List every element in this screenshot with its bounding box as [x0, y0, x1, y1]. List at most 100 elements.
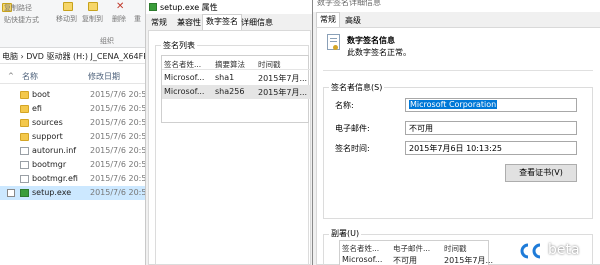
- cnbeta-logo-icon: [520, 243, 541, 259]
- signature-row[interactable]: Microsof... sha256 2015年7月...: [162, 85, 310, 99]
- column-date-modified[interactable]: 修改日期: [88, 71, 120, 82]
- signature-list-header: 签名者姓... 摘要算法 时间戳: [162, 56, 310, 70]
- watermark: beta: [518, 240, 598, 262]
- file-date: 2015/7/6 20:53: [90, 118, 146, 127]
- col-digest-algorithm[interactable]: 摘要算法: [215, 59, 245, 70]
- file-date: 2015/7/6 20:53: [90, 90, 146, 99]
- signer-name: Microsof...: [164, 73, 205, 82]
- file-explorer-window: 复制路径 贴快捷方式 ✕ 移动到 复制到 删除 重 组织 电脑 › DVD 驱动…: [0, 0, 146, 265]
- properties-titlebar: setup.exe 属性: [146, 0, 312, 14]
- digest-algorithm: sha256: [215, 87, 245, 96]
- digital-signatures-panel: 签名列表 签名者姓... 摘要算法 时间戳 Microsof... sha1 2…: [148, 30, 311, 265]
- copy-to-button[interactable]: 复制到: [82, 14, 103, 24]
- file-row[interactable]: support 2015/7/6 20:53: [0, 130, 146, 144]
- file-name: setup.exe: [32, 188, 72, 197]
- timestamp: 2015年7月...: [258, 74, 308, 83]
- file-row[interactable]: sources 2015/7/6 20:53: [0, 116, 146, 130]
- paste-shortcut-button[interactable]: 贴快捷方式: [4, 15, 39, 25]
- details-titlebar: 数字签名详细信息: [313, 0, 600, 12]
- tab-general[interactable]: 常规: [316, 12, 340, 27]
- file-date: 2015/7/6 20:53: [90, 146, 146, 155]
- divider: [323, 70, 593, 71]
- folder-icon: [20, 91, 29, 99]
- signing-time-label: 签名时间:: [335, 144, 370, 153]
- col-timestamp[interactable]: 时间戳: [258, 59, 281, 70]
- file-row[interactable]: setup.exe 2015/7/6 20:53: [0, 186, 146, 200]
- email-field[interactable]: 不可用: [405, 121, 577, 135]
- file-row[interactable]: efi 2015/7/6 20:53: [0, 102, 146, 116]
- column-header: ^ 名称 修改日期: [0, 66, 146, 84]
- watermark-text: beta: [548, 242, 580, 258]
- file-list: boot 2015/7/6 20:53 efi 2015/7/6 20:53 sourc…: [0, 88, 146, 200]
- digest-algorithm: sha1: [215, 73, 235, 82]
- general-panel: 数字签名信息 此数字签名正常。 签名者信息(S) 名称: Microsoft C…: [316, 27, 600, 265]
- setup-exe-icon: [149, 3, 157, 11]
- signature-list-label: 签名列表: [161, 40, 197, 51]
- file-row[interactable]: boot 2015/7/6 20:53: [0, 88, 146, 102]
- certificate-icon: [327, 34, 340, 50]
- ribbon-group-organize: 组织: [100, 37, 114, 45]
- delete-button[interactable]: 删除: [112, 14, 126, 24]
- col-signer-name[interactable]: 签名者姓...: [342, 243, 379, 254]
- delete-icon: ✕: [116, 1, 125, 12]
- sort-up-icon: ^: [8, 72, 14, 80]
- address-bar[interactable]: 电脑 › DVD 驱动器 (H:) J_CENA_X64FREV_: [0, 48, 146, 64]
- file-row[interactable]: bootmgr.efi 2015/7/6 20:53: [0, 172, 146, 186]
- file-row[interactable]: autorun.inf 2015/7/6 20:53: [0, 144, 146, 158]
- file-date: 2015/7/6 20:53: [90, 160, 146, 169]
- file-icon: [20, 147, 29, 155]
- copy-to-icon: [88, 2, 98, 11]
- signature-details-dialog: 数字签名详细信息 常规 高级 数字签名信息 此数字签名正常。 签名者信息(S) …: [312, 0, 600, 265]
- signer-info-label: 签名者信息(S): [329, 82, 385, 93]
- name-field[interactable]: Microsoft Corporation: [405, 98, 577, 112]
- file-date: 2015/7/6 20:53: [90, 174, 146, 183]
- cs-email: 不可用: [393, 256, 417, 265]
- email-label: 电子邮件:: [335, 124, 370, 133]
- countersignatures-label: 副署(U): [329, 228, 362, 239]
- tab-advanced[interactable]: 高级: [342, 14, 364, 28]
- file-date: 2015/7/6 20:53: [90, 132, 146, 141]
- file-date: 2015/7/6 20:53: [90, 188, 146, 197]
- file-date: 2015/7/6 20:53: [90, 104, 146, 113]
- signature-list[interactable]: 签名者姓... 摘要算法 时间戳 Microsof... sha1 2015年7…: [161, 55, 310, 123]
- properties-title: setup.exe 属性: [160, 3, 218, 12]
- file-icon: [20, 175, 29, 183]
- tab-digital-signatures[interactable]: 数字签名: [202, 14, 242, 30]
- info-status: 此数字签名正常。: [347, 48, 411, 57]
- tab-details[interactable]: 详细信息: [238, 16, 276, 30]
- cs-timestamp: 2015年7月...: [444, 256, 494, 265]
- tab-general[interactable]: 常规: [148, 16, 170, 30]
- properties-tabs: 常规 兼容性 数字签名 详细信息: [146, 14, 312, 30]
- file-name: bootmgr: [32, 160, 67, 169]
- view-certificate-button[interactable]: 查看证书(V): [505, 164, 577, 182]
- timestamp: 2015年7月...: [258, 88, 308, 97]
- name-value: Microsoft Corporation: [409, 100, 498, 109]
- info-title: 数字签名信息: [347, 36, 395, 45]
- signer-name: Microsof...: [164, 87, 205, 96]
- file-icon: [20, 161, 29, 169]
- tab-compatibility[interactable]: 兼容性: [174, 16, 204, 30]
- exe-file-icon: [20, 189, 29, 197]
- file-name: autorun.inf: [32, 146, 77, 155]
- col-signer-name[interactable]: 签名者姓...: [164, 59, 201, 70]
- file-row[interactable]: bootmgr 2015/7/6 20:53: [0, 158, 146, 172]
- checkbox[interactable]: [7, 189, 15, 197]
- details-title: 数字签名详细信息: [317, 0, 381, 7]
- breadcrumb[interactable]: 电脑 › DVD 驱动器 (H:) J_CENA_X64FREV_: [2, 51, 146, 62]
- move-to-button[interactable]: 移动到: [56, 14, 77, 24]
- col-timestamp[interactable]: 时间戳: [444, 243, 467, 254]
- column-name[interactable]: 名称: [22, 71, 38, 82]
- file-name: support: [32, 132, 63, 141]
- signature-row[interactable]: Microsof... sha1 2015年7月...: [162, 71, 310, 85]
- signing-time-field[interactable]: 2015年7月6日 10:13:25: [405, 141, 577, 155]
- file-name: efi: [32, 104, 42, 113]
- copy-path-button[interactable]: 复制路径: [4, 3, 32, 13]
- email-value: 不可用: [409, 124, 433, 133]
- cs-signer-name: Microsof...: [342, 255, 383, 264]
- countersignature-list[interactable]: 签名者姓... 电子邮件... 时间戳 Microsof... 不可用 2015…: [339, 240, 493, 265]
- folder-icon: [20, 119, 29, 127]
- col-email[interactable]: 电子邮件...: [393, 243, 430, 254]
- rename-button[interactable]: 重: [134, 14, 141, 24]
- properties-window: setup.exe 属性 常规 兼容性 数字签名 详细信息 签名列表 签名者姓.…: [145, 0, 312, 265]
- file-name: sources: [32, 118, 63, 127]
